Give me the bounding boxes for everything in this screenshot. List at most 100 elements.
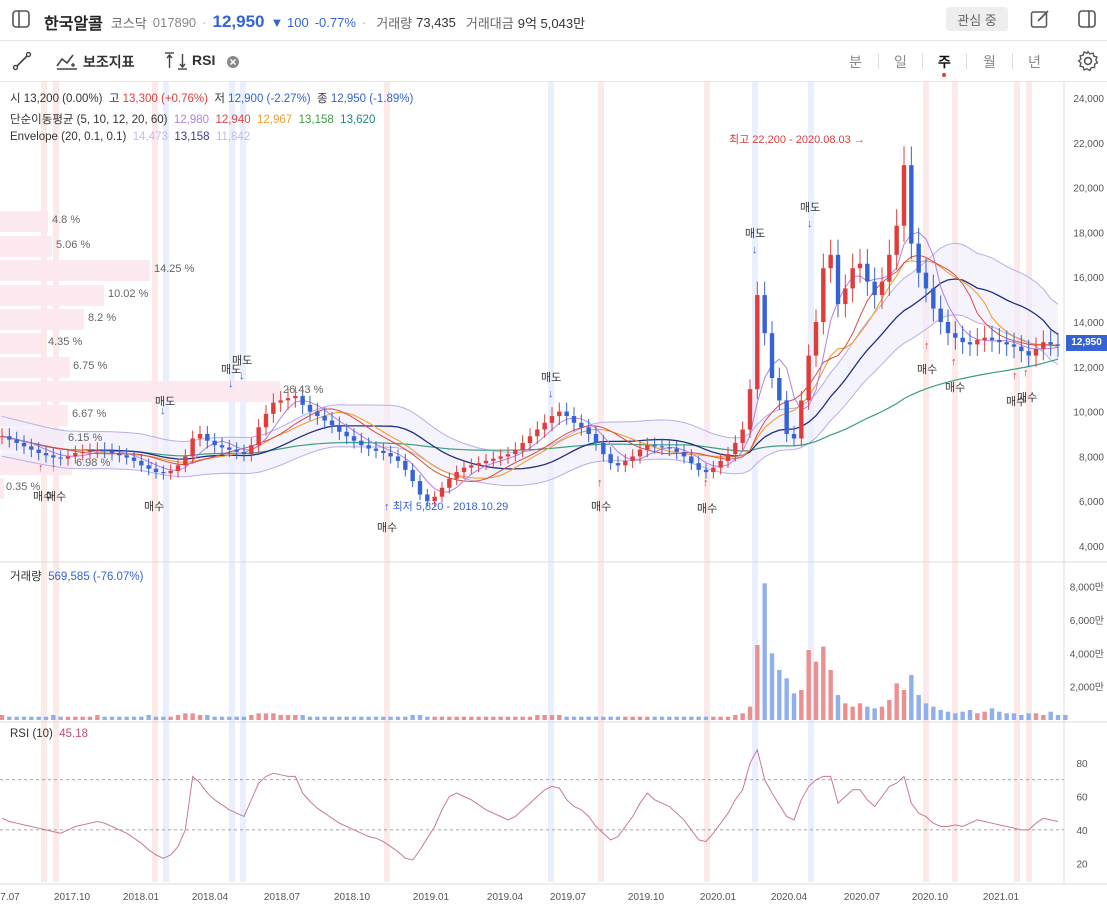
volume-bar bbox=[447, 716, 452, 720]
buy-signal-band bbox=[1026, 82, 1032, 882]
sell-marker: 매도 bbox=[800, 202, 821, 214]
volume-bar bbox=[395, 716, 401, 720]
buy-marker: 매수 bbox=[46, 491, 67, 503]
volume-bar bbox=[337, 716, 342, 720]
volume-bar bbox=[7, 716, 12, 720]
ma5-value: 12,980 bbox=[173, 114, 210, 126]
ma10-value: 12,940 bbox=[215, 114, 251, 126]
candle-body bbox=[461, 467, 467, 473]
volume-bar bbox=[615, 716, 621, 720]
candle-body bbox=[1055, 344, 1061, 346]
sidebar-toggle-icon[interactable] bbox=[12, 10, 30, 28]
candle-body bbox=[278, 400, 283, 403]
volume-bar bbox=[95, 715, 100, 720]
volume-bar bbox=[403, 716, 408, 720]
stock-chart[interactable]: 24,000 22,000 20,000 18,000 16,000 14,000 12,0… bbox=[0, 82, 1107, 908]
volume-bar bbox=[21, 716, 27, 720]
panel-toggle-icon[interactable] bbox=[1078, 10, 1096, 28]
volume-bar bbox=[542, 715, 547, 720]
candle-body bbox=[139, 460, 144, 466]
price-tick-label: 22,000 bbox=[1073, 139, 1104, 150]
candle-body bbox=[109, 450, 115, 454]
volume-bar bbox=[799, 690, 804, 720]
candle-body bbox=[960, 337, 965, 343]
amount-value: 9억 5,043만 bbox=[517, 15, 586, 31]
volume-profile-bar bbox=[0, 236, 52, 257]
volume-label: 거래량 bbox=[376, 15, 413, 31]
rsi-indicator-tag[interactable]: RSI bbox=[192, 52, 215, 68]
date-tick-label: 2020.04 bbox=[771, 892, 808, 903]
profile-pct: 4.35 % bbox=[48, 336, 83, 348]
indicator-icon[interactable] bbox=[56, 52, 78, 73]
volume-legend: 거래량 569,585 (-76.07%) bbox=[10, 568, 143, 584]
candle-body bbox=[337, 425, 342, 432]
volume-bar bbox=[256, 713, 261, 720]
volume-bar bbox=[923, 703, 929, 720]
volume-bar bbox=[733, 715, 738, 720]
ma20-value: 13,158 bbox=[298, 114, 334, 126]
stock-header: 한국알콜 코스닥 017890 · 12,950 ▼ 100 -0.77% · … bbox=[0, 0, 1107, 41]
candle-body bbox=[513, 449, 518, 455]
volume-tick-label: 4,000만 bbox=[1070, 648, 1104, 660]
candle-body bbox=[989, 337, 995, 340]
volume-bar bbox=[410, 715, 415, 720]
profile-pct: 14.25 % bbox=[154, 263, 195, 275]
buy-signal-band bbox=[1014, 82, 1020, 882]
buy-marker: 매수 bbox=[697, 503, 718, 515]
high-label: 고 bbox=[108, 93, 120, 105]
date-tick-label: 2017.10 bbox=[54, 892, 91, 903]
volume-bar bbox=[850, 706, 855, 720]
volume-bar bbox=[344, 716, 349, 720]
draw-line-icon[interactable] bbox=[12, 51, 32, 74]
candle-body bbox=[931, 288, 936, 309]
envelope-lower: 11,842 bbox=[215, 131, 251, 143]
candle-body bbox=[696, 463, 701, 470]
price-tick-label: 6,000 bbox=[1079, 497, 1104, 508]
indicator-button[interactable]: 보조지표 bbox=[83, 52, 135, 72]
arrow-up-icon: ↑ bbox=[1023, 367, 1029, 379]
candle-body bbox=[835, 254, 841, 305]
volume-bar bbox=[249, 715, 254, 720]
candle-body bbox=[733, 442, 738, 455]
candle-body bbox=[65, 456, 71, 459]
period-year[interactable]: 년 bbox=[1028, 52, 1041, 72]
candle-body bbox=[117, 453, 122, 456]
candle-body bbox=[483, 460, 489, 464]
period-month[interactable]: 월 bbox=[983, 52, 996, 72]
candle-body bbox=[87, 450, 93, 452]
volume-bar bbox=[1019, 715, 1024, 720]
volume-bar bbox=[894, 683, 899, 720]
candle-body bbox=[703, 469, 709, 473]
candle-body bbox=[593, 434, 599, 443]
ma12-value: 12,967 bbox=[257, 114, 293, 126]
edit-icon[interactable] bbox=[1030, 9, 1050, 29]
volume-profile-bar bbox=[0, 260, 150, 281]
volume-bar bbox=[161, 716, 166, 720]
arrow-up-icon: ↑ bbox=[703, 477, 709, 489]
favorite-button[interactable]: 관심 중 bbox=[946, 7, 1008, 31]
profile-pct: 10.02 % bbox=[108, 288, 149, 300]
candle-body bbox=[373, 448, 379, 451]
volume-bar bbox=[718, 716, 723, 720]
period-week[interactable]: 주 bbox=[938, 52, 951, 72]
candle-body bbox=[505, 454, 511, 457]
candle-body bbox=[586, 427, 591, 434]
date-tick-label: 2019.01 bbox=[413, 892, 450, 903]
profile-pct: 6.98 % bbox=[76, 457, 111, 469]
candle-body bbox=[43, 453, 49, 456]
period-day[interactable]: 일 bbox=[894, 52, 907, 72]
candle-body bbox=[527, 436, 533, 443]
volume-value: 73,435 bbox=[416, 14, 456, 30]
candle-body bbox=[249, 445, 254, 455]
volume-bar bbox=[696, 716, 701, 720]
arrow-up-icon: ↑ bbox=[924, 340, 930, 352]
period-minute[interactable]: 분 bbox=[849, 52, 862, 72]
candle-body bbox=[740, 429, 745, 443]
volume-bar bbox=[476, 716, 481, 720]
candle-body bbox=[894, 225, 899, 255]
settings-gear-icon[interactable] bbox=[1077, 50, 1099, 75]
volume-bar bbox=[278, 715, 283, 720]
rsi-legend: RSI (10) 45.18 bbox=[10, 728, 88, 740]
volume-bar bbox=[762, 583, 767, 720]
remove-indicator-icon[interactable] bbox=[227, 55, 239, 71]
